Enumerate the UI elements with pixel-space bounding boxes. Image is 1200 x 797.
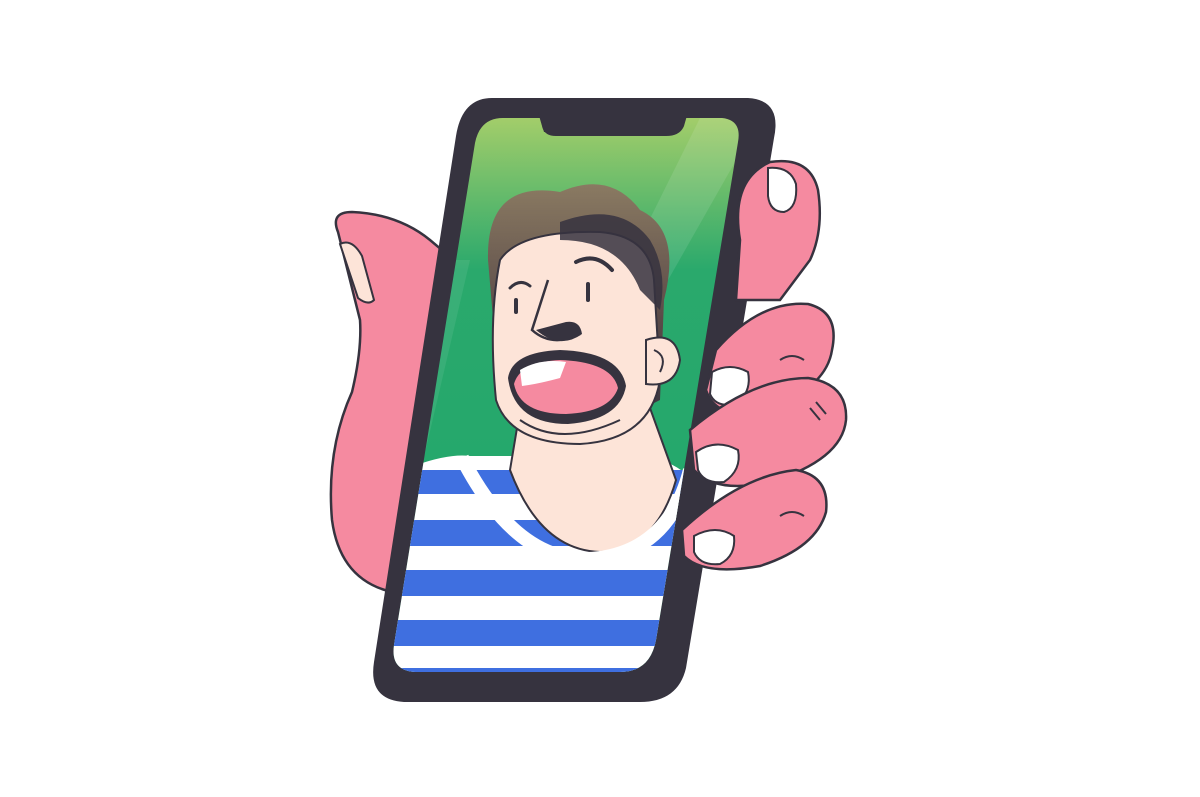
illustration-canvas bbox=[0, 0, 1200, 797]
video-call-illustration bbox=[329, 98, 848, 702]
phone-notch bbox=[538, 112, 688, 136]
